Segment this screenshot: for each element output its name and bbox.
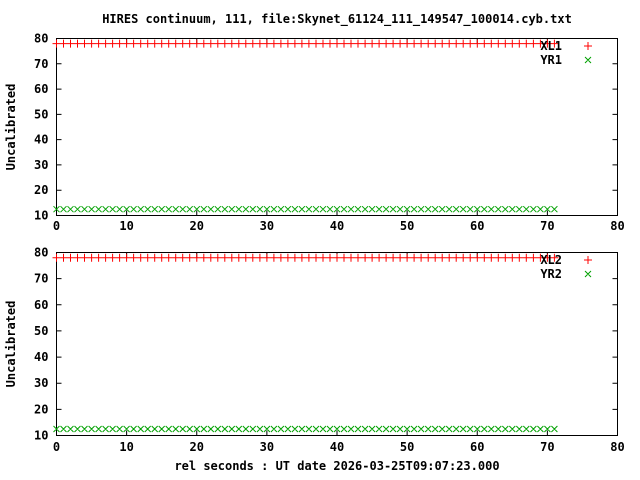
x-tick-label: 30 [260, 219, 274, 233]
bottom-panel: 0 10 20 30 40 50 60 70 80 10 20 30 40 50 60 70 80 Uncali… [4, 246, 625, 455]
y-tick-label: 60 [34, 82, 48, 96]
gnuplot-window: HIRES continuum, 111, file:Skynet_61124_… [0, 0, 640, 480]
legend-label-yr2: YR2 [540, 267, 562, 281]
bottom-panel-plot-area: 0 10 20 30 40 50 60 70 80 10 20 30 40 50 60 70 80 [34, 246, 625, 455]
y-tick-label: 30 [34, 158, 48, 172]
x-tick-label: 10 [119, 440, 133, 454]
y-tick-label: 20 [34, 402, 48, 416]
y-tick-label: 40 [34, 350, 48, 364]
legend-label-yr1: YR1 [540, 53, 562, 67]
y-tick-label: 20 [34, 183, 48, 197]
x-tick-label: 20 [190, 219, 204, 233]
series-XL1-points [53, 40, 593, 50]
y-tick-label: 70 [34, 57, 48, 71]
legend-label-xl1: XL1 [540, 39, 562, 53]
x-tick-label: 30 [260, 440, 274, 454]
x-tick-label: 50 [400, 219, 414, 233]
y-tick-label: 60 [34, 298, 48, 312]
x-tick-label: 20 [190, 440, 204, 454]
y-tick-label: 10 [34, 209, 48, 223]
x-tick-label: 60 [470, 440, 484, 454]
y-tick-label: 80 [34, 32, 48, 46]
series-XL2-points [53, 254, 593, 264]
y-tick-label: 50 [34, 107, 48, 121]
y-tick-label: 10 [34, 429, 48, 443]
x-axis-label: rel seconds : UT date 2026-03-25T09:07:2… [174, 459, 499, 473]
x-tick-label: 0 [53, 440, 60, 454]
x-tick-label: 10 [119, 219, 133, 233]
top-panel-plot-area: 0 10 20 30 40 50 60 70 80 10 20 30 40 50 60 70 80 [34, 32, 625, 234]
x-tick-label: 60 [470, 219, 484, 233]
y-axis-label-bottom: Uncalibrated [4, 301, 18, 388]
x-tick-label: 70 [540, 440, 554, 454]
x-tick-label: 70 [540, 219, 554, 233]
y-tick-label: 50 [34, 324, 48, 338]
x-tick-label: 80 [610, 219, 624, 233]
y-tick-label: 40 [34, 133, 48, 147]
plot-frame [57, 39, 618, 216]
chart-title: HIRES continuum, 111, file:Skynet_61124_… [102, 12, 572, 27]
plot-canvas: HIRES continuum, 111, file:Skynet_61124_… [0, 0, 640, 480]
legend-label-xl2: XL2 [540, 253, 562, 267]
top-panel: 0 10 20 30 40 50 60 70 80 10 20 30 40 50 60 70 80 Uncali… [4, 32, 625, 234]
x-tick-label: 80 [610, 440, 624, 454]
x-tick-label: 50 [400, 440, 414, 454]
x-tick-label: 40 [330, 440, 344, 454]
plot-frame [57, 253, 618, 436]
x-tick-label: 40 [330, 219, 344, 233]
series-YR1-points [54, 57, 592, 212]
y-tick-label: 70 [34, 272, 48, 286]
x-tick-label: 0 [53, 219, 60, 233]
y-tick-label: 30 [34, 376, 48, 390]
y-tick-label: 80 [34, 246, 48, 260]
y-axis-label-top: Uncalibrated [4, 84, 18, 171]
series-YR2-points [54, 271, 592, 432]
